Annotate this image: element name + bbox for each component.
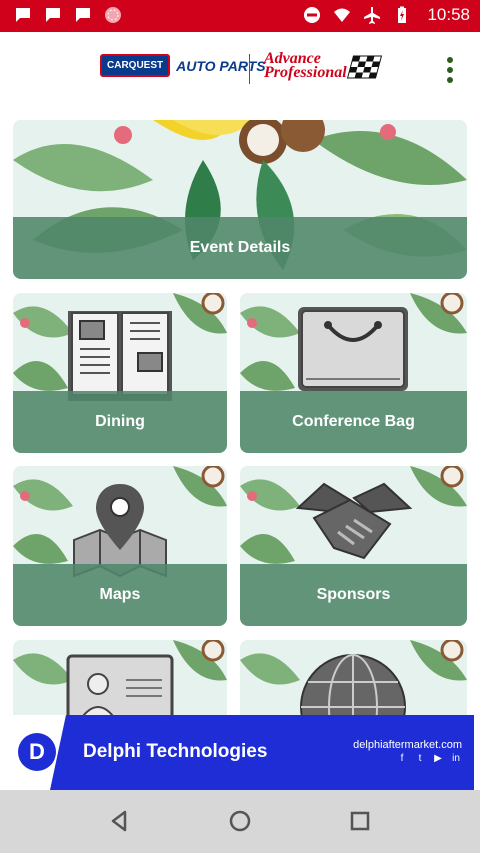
tile-label-bar: Event Details: [13, 217, 467, 279]
do-not-disturb-icon: [304, 7, 321, 23]
advance-line2: Professional: [264, 64, 347, 81]
checkered-flag-icon: [346, 55, 382, 79]
more-vert-icon[interactable]: [440, 56, 460, 84]
clock: 10:58: [427, 5, 470, 24]
airplane-mode-icon: [364, 7, 381, 24]
youtube-icon: ▶: [434, 753, 442, 764]
dining-tile[interactable]: Dining: [13, 293, 227, 453]
handshake-icon: [295, 482, 413, 560]
tile-label-bar: Conference Bag: [240, 391, 467, 453]
tile-label-bar: Sponsors: [240, 564, 467, 626]
id-card-icon: [66, 654, 174, 724]
ad-banner[interactable]: D Delphi Technologies delphiaftermarket.…: [0, 715, 480, 790]
status-bar: 10:58: [0, 0, 480, 32]
sponsors-label: Sponsors: [316, 586, 391, 603]
social-icons: f t ▶ in: [396, 753, 462, 765]
tile-label-bar: Dining: [13, 391, 227, 453]
banner-edge: [474, 715, 480, 790]
logo-divider: [249, 54, 250, 84]
banner-brand: Delphi Technologies: [83, 741, 268, 762]
conference-bag-label: Conference Bag: [292, 413, 415, 430]
delphi-logo: D: [18, 733, 56, 771]
dining-label: Dining: [95, 413, 145, 430]
maps-tile[interactable]: Maps: [13, 466, 227, 626]
message-icon: [46, 8, 60, 22]
carquest-badge: CARQUEST: [100, 54, 171, 77]
message-icon: [76, 8, 90, 22]
linkedin-icon: in: [452, 753, 460, 764]
event-details-label: Event Details: [189, 239, 291, 256]
menu-book-icon: [68, 311, 172, 401]
system-nav-bar: [0, 790, 480, 853]
twitter-icon: t: [418, 753, 422, 764]
shopping-bag-icon: [298, 307, 408, 391]
conference-bag-tile[interactable]: Conference Bag: [240, 293, 467, 453]
tile-label-bar: Maps: [13, 564, 227, 626]
app-header: CARQUEST AUTO PARTS Advance Professional: [0, 32, 480, 106]
circle-pattern-icon: [105, 7, 121, 23]
facebook-icon: f: [400, 753, 404, 764]
sponsors-tile[interactable]: Sponsors: [240, 466, 467, 626]
back-icon[interactable]: [107, 808, 133, 834]
battery-charging-icon: [398, 6, 407, 23]
carquest-text: AUTO PARTS: [176, 57, 266, 74]
carquest-logo: CARQUEST AUTO PARTS: [100, 54, 266, 77]
event-details-tile[interactable]: Event Details: [13, 120, 467, 279]
recents-icon[interactable]: [347, 808, 373, 834]
wifi-icon: [334, 8, 351, 22]
advance-professional-logo: Advance Professional: [264, 51, 382, 81]
home-icon[interactable]: [227, 808, 253, 834]
banner-url: delphiaftermarket.com: [353, 739, 462, 751]
message-icon: [16, 8, 30, 22]
maps-label: Maps: [99, 586, 141, 603]
